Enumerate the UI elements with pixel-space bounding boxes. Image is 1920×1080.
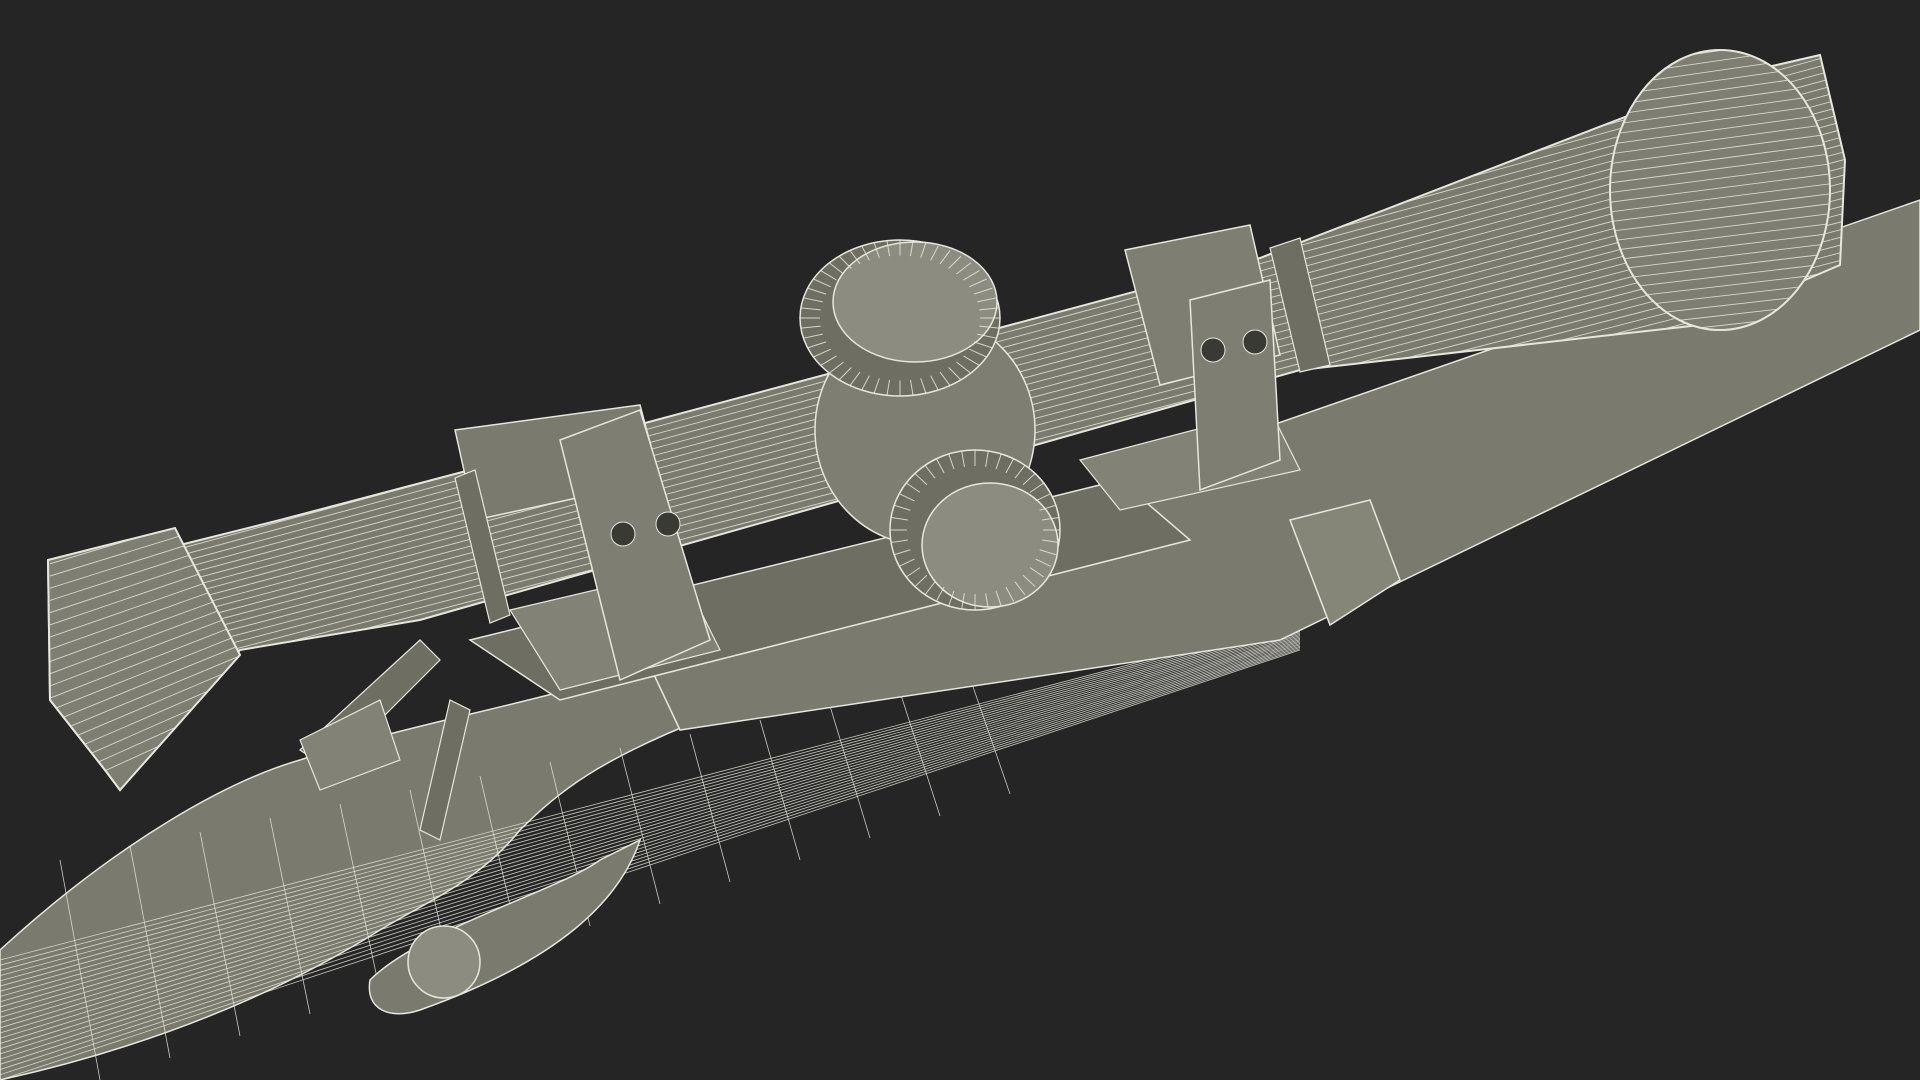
windage-turret (889, 449, 1061, 611)
ring-mount-front (1189, 279, 1281, 492)
mount-screw-hole (610, 521, 636, 547)
wire-line (759, 719, 801, 861)
bolt-knob (407, 925, 481, 999)
mount-screw-hole (1242, 329, 1268, 355)
windage-turret-cap (921, 482, 1059, 608)
elevation-turret (799, 239, 1001, 397)
mount-screw-hole (655, 511, 681, 537)
wireframe-model-render (0, 49, 1920, 1080)
scope-objective-bell (1609, 49, 1831, 331)
mount-screw-hole (1200, 337, 1226, 363)
wire-line (689, 733, 731, 883)
render-viewport (0, 0, 1920, 1080)
wire-line (969, 677, 1011, 795)
wire-line (829, 705, 871, 839)
